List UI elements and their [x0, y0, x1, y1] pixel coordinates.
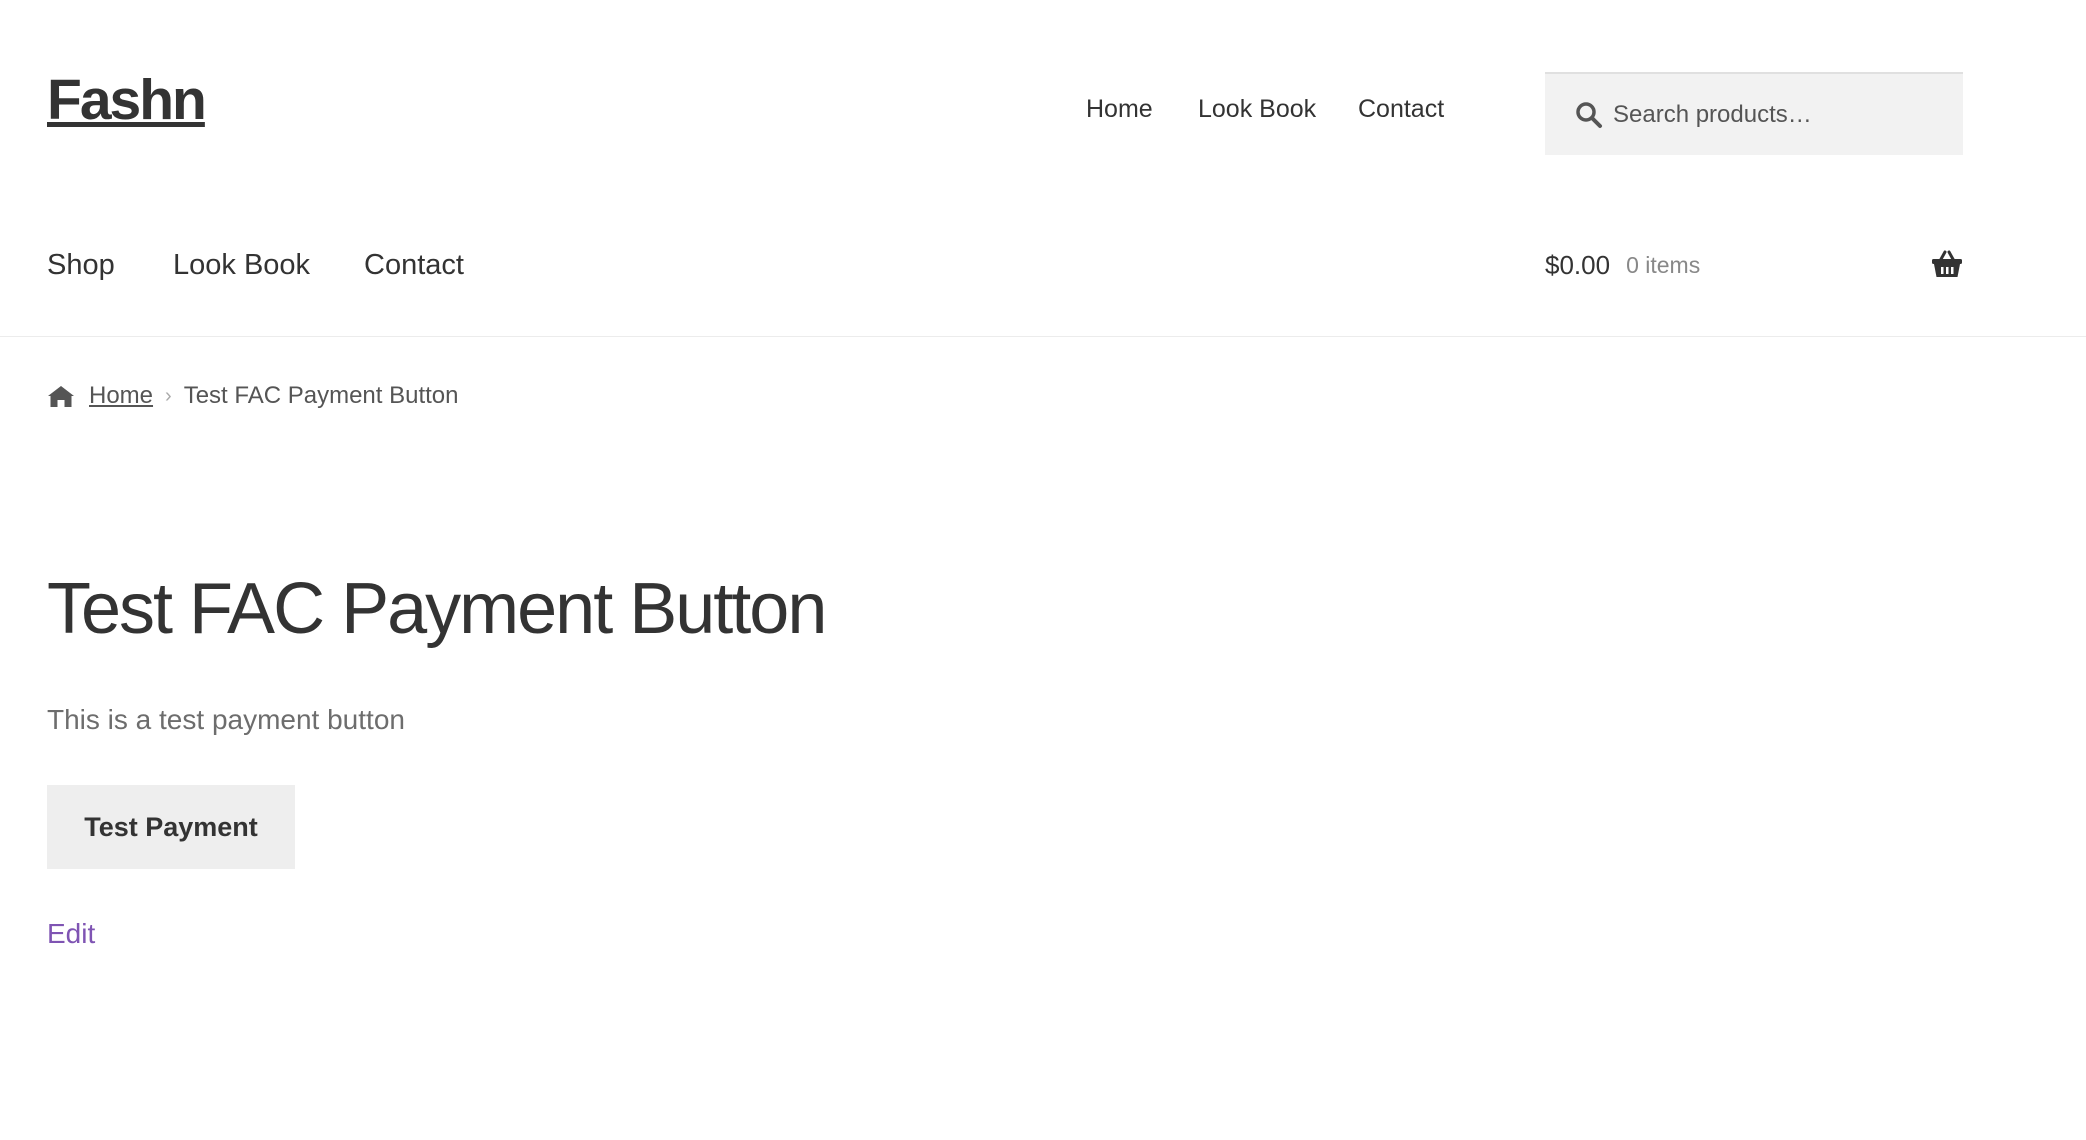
- breadcrumb-current: Test FAC Payment Button: [183, 382, 459, 409]
- breadcrumb: Home › Test FAC Payment Button: [47, 382, 459, 410]
- search-input[interactable]: [1613, 100, 1953, 129]
- page-description: This is a test payment button: [47, 704, 405, 735]
- search-icon: [1576, 101, 1602, 128]
- test-payment-button[interactable]: Test Payment: [47, 785, 295, 869]
- cart-link[interactable]: $0.00 0 items: [1545, 248, 1963, 282]
- home-icon: [48, 386, 74, 407]
- page-title: Test FAC Payment Button: [47, 569, 827, 649]
- chevron-right-icon: ›: [165, 384, 172, 407]
- cart-amount: $0.00: [1545, 249, 1611, 280]
- product-search: [1545, 72, 1963, 155]
- secondary-nav-contact[interactable]: Contact: [1358, 94, 1444, 124]
- primary-nav-look-book[interactable]: Look Book: [173, 248, 310, 282]
- edit-link[interactable]: Edit: [47, 918, 95, 950]
- breadcrumb-home[interactable]: Home: [89, 382, 153, 410]
- primary-nav-contact[interactable]: Contact: [364, 248, 464, 282]
- site-title[interactable]: Fashn: [47, 72, 207, 129]
- secondary-nav-home[interactable]: Home: [1086, 94, 1153, 124]
- header-divider: [0, 336, 2086, 337]
- cart-item-count: 0 items: [1626, 251, 1701, 278]
- basket-icon: [1932, 250, 1962, 277]
- secondary-nav-look-book[interactable]: Look Book: [1198, 94, 1316, 124]
- primary-nav-shop[interactable]: Shop: [47, 248, 115, 282]
